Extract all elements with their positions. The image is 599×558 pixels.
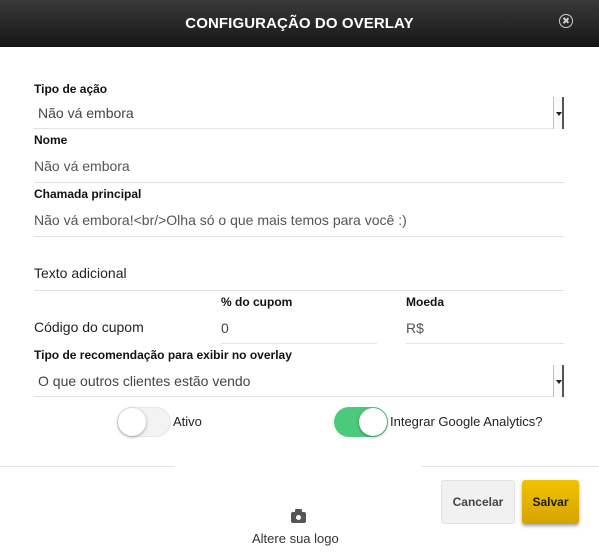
analytics-toggle-label: Integrar Google Analytics? [390,414,543,429]
change-logo-link[interactable]: Altere sua logo [252,531,339,546]
active-toggle-knob [118,408,146,436]
cancel-button[interactable]: Cancelar [441,480,515,524]
footer-divider-right [422,466,599,467]
footer-divider-left [0,466,175,467]
additional-text-underline [34,290,564,291]
modal-title: CONFIGURAÇÃO DO OVERLAY [185,15,414,32]
additional-text-input[interactable]: Texto adicional [34,265,127,281]
headline-label: Chamada principal [34,187,142,201]
analytics-toggle-knob [359,408,387,436]
active-toggle[interactable] [117,407,171,437]
action-type-label: Tipo de ação [34,82,108,96]
action-type-select[interactable]: Não vá embora [34,97,564,129]
coupon-percent-label: % do cupom [221,295,293,309]
camera-icon[interactable] [291,509,306,523]
recommendation-label: Tipo de recomendação para exibir no over… [34,348,292,362]
chevron-down-icon[interactable] [553,365,564,397]
headline-underline [34,236,564,237]
currency-input[interactable]: R$ [406,320,424,336]
name-label: Nome [34,133,68,147]
save-button[interactable]: Salvar [522,480,579,524]
recommendation-select[interactable]: O que outros clientes estão vendo [34,365,564,397]
modal-header: CONFIGURAÇÃO DO OVERLAY [0,0,599,47]
chevron-down-icon[interactable] [553,97,564,129]
active-toggle-label: Ativo [173,414,202,429]
coupon-percent-underline [221,343,377,344]
action-type-value: Não vá embora [38,105,134,121]
currency-label: Moeda [406,295,445,309]
recommendation-value: O que outros clientes estão vendo [38,373,251,389]
name-underline [34,182,564,183]
coupon-code-input[interactable]: Código do cupom [34,319,144,335]
analytics-toggle[interactable] [334,407,388,437]
currency-underline [406,343,564,344]
name-input[interactable]: Não vá embora [34,158,130,174]
headline-input[interactable]: Não vá embora!<br/>Olha só o que mais te… [34,212,407,228]
close-icon[interactable] [559,14,573,28]
coupon-percent-input[interactable]: 0 [221,320,229,336]
